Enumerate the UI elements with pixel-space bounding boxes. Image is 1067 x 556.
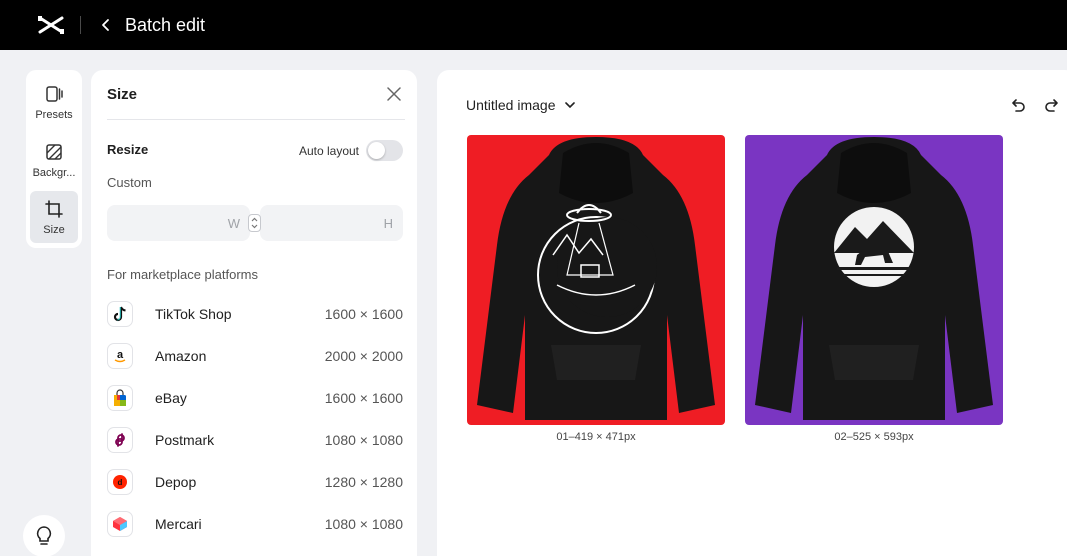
platform-option-postmark[interactable]: Postmark 1080 × 1080 [107,424,403,456]
resize-heading: Resize [107,142,149,157]
redo-icon[interactable] [1044,97,1060,113]
platform-name: TikTok Shop [155,306,232,322]
image-caption-2: 02–525 × 593px [834,431,914,443]
crop-resize-icon [45,199,63,218]
platform-option-amazon[interactable]: a Amazon 2000 × 2000 [107,340,403,372]
platform-size: 2000 × 2000 [324,348,403,364]
height-unit-label: H [383,215,393,231]
panel-divider [107,119,405,120]
topbar-divider [80,16,81,34]
chevron-down-icon [564,101,575,108]
auto-layout-label: Auto layout [298,144,359,158]
ebay-bag-icon [107,385,133,411]
image-caption-1: 01–419 × 471px [556,431,636,443]
lightbulb-icon [36,526,52,545]
svg-text:a: a [117,349,124,361]
platform-size: 1280 × 1280 [324,474,403,490]
amazon-icon: a [107,343,133,369]
rail-item-background[interactable]: Backgr... [30,134,78,186]
width-input[interactable]: W [107,205,250,241]
platform-option-tiktok[interactable]: TikTok Shop 1600 × 1600 [107,298,403,330]
chevron-updown-icon [251,217,258,229]
back-chevron-icon[interactable] [99,18,113,32]
custom-label: Custom [107,175,152,190]
platform-name: eBay [155,390,187,406]
capcut-logo-icon[interactable] [37,14,65,36]
hoodie-image [745,135,1003,425]
platform-option-depop[interactable]: d Depop 1280 × 1280 [107,466,403,498]
height-input[interactable]: H [260,205,403,241]
rail-item-size[interactable]: Size [30,191,78,243]
platform-size: 1080 × 1080 [324,516,403,532]
platform-size: 1600 × 1600 [324,306,403,322]
rail-item-label: Backgr... [32,166,76,179]
image-thumbnail-1[interactable] [467,135,725,425]
platform-size: 1600 × 1600 [324,390,403,406]
undo-icon[interactable] [1010,97,1026,113]
rail-item-presets[interactable]: Presets [30,76,78,128]
top-bar: Batch edit [0,0,1067,50]
svg-text:d: d [118,478,123,487]
panel-title: Size [107,86,138,103]
platform-option-ebay[interactable]: eBay 1600 × 1600 [107,382,403,414]
custom-size-inputs: W H [107,205,403,241]
tips-button[interactable] [23,515,65,556]
platform-option-mercari[interactable]: Mercari 1080 × 1080 [107,508,403,540]
image-thumbnail-2[interactable] [745,135,1003,425]
auto-layout-toggle[interactable] [366,140,403,161]
canvas-area: Untitled image 01–419 × 471px 02–525 × 5… [437,70,1067,556]
platform-name: Amazon [155,348,207,364]
platform-size: 1080 × 1080 [324,432,403,448]
poshmark-icon [107,427,133,453]
background-icon [46,143,62,160]
hoodie-image [467,135,725,425]
marketplace-heading: For marketplace platforms [107,267,258,282]
document-name: Untitled image [466,97,556,113]
page-title: Batch edit [125,14,206,35]
size-panel: Size Resize Auto layout Custom W H For m… [91,70,417,556]
platform-name: Mercari [155,516,202,532]
rail-item-label: Size [43,223,65,236]
toggle-knob [368,142,385,159]
aspect-lock-toggle[interactable] [248,214,261,232]
tiktok-icon [107,301,133,327]
rail-item-label: Presets [35,108,73,121]
width-unit-label: W [227,215,240,231]
mercari-icon [107,511,133,537]
tool-rail: Presets Backgr... Size [26,70,82,248]
platform-name: Postmark [155,432,215,448]
document-name-dropdown[interactable]: Untitled image [466,97,575,113]
depop-icon: d [107,469,133,495]
platform-name: Depop [155,474,197,490]
close-icon[interactable] [387,87,401,101]
presets-icon [46,85,63,102]
